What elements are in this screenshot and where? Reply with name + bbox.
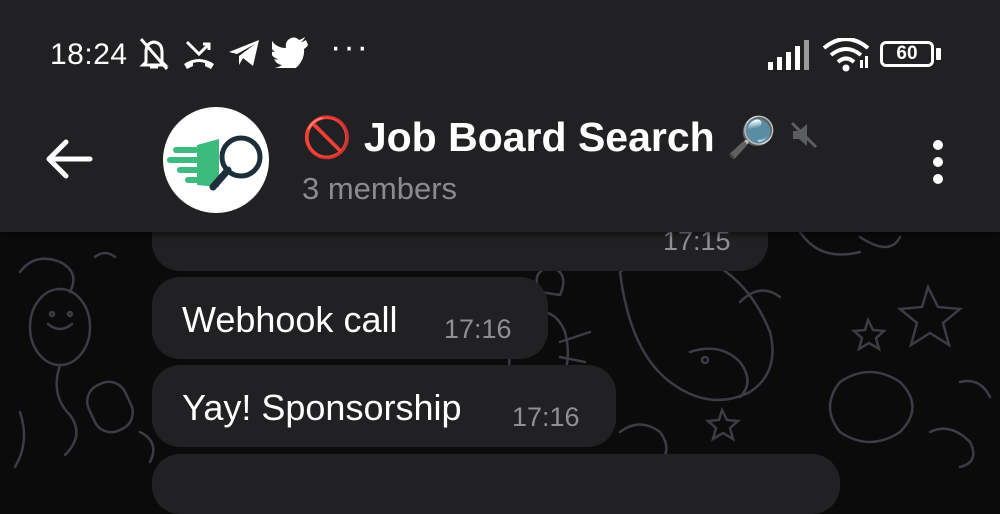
missed-call-icon [181,36,217,77]
bell-off-icon [138,36,170,77]
chat-title-text: Job Board Search [363,113,715,160]
magnifier-emoji: 🔎 [726,115,777,160]
message-bubble[interactable]: Yay! Sponsorship 17:16 [152,365,616,447]
battery-tip [936,48,941,60]
message-text: Yay! Sponsorship [182,387,462,428]
members-count: 3 members [302,171,458,206]
more-options-icon[interactable] [929,140,947,186]
chat-title[interactable]: 🚫 Job Board Search 🔎 [302,110,819,164]
status-bar: 18:24 ··· 60 [0,0,1000,100]
message-bubble[interactable] [152,454,840,514]
signal-icon [768,40,812,75]
battery-icon: 60 [880,41,934,67]
top-app-bar: 18:24 ··· 60 🚫 Job Board Search 🔎 3 memb… [0,0,1000,232]
no-entry-emoji: 🚫 [302,115,352,160]
back-arrow-icon[interactable] [44,134,94,189]
muted-speaker-icon [789,120,819,155]
message-bubble[interactable]: Webhook call 17:16 [152,277,548,359]
fast-search-magnifier-icon [167,135,263,191]
wifi-icon [822,37,870,77]
message-time: 17:16 [512,402,580,432]
status-time: 18:24 [50,38,128,71]
message-text: Webhook call [182,299,398,340]
group-avatar[interactable] [163,107,269,213]
message-time: 17:16 [444,314,512,344]
telegram-icon [227,36,261,75]
twitter-icon [269,36,308,73]
more-notifications-indicator: ··· [330,28,370,66]
